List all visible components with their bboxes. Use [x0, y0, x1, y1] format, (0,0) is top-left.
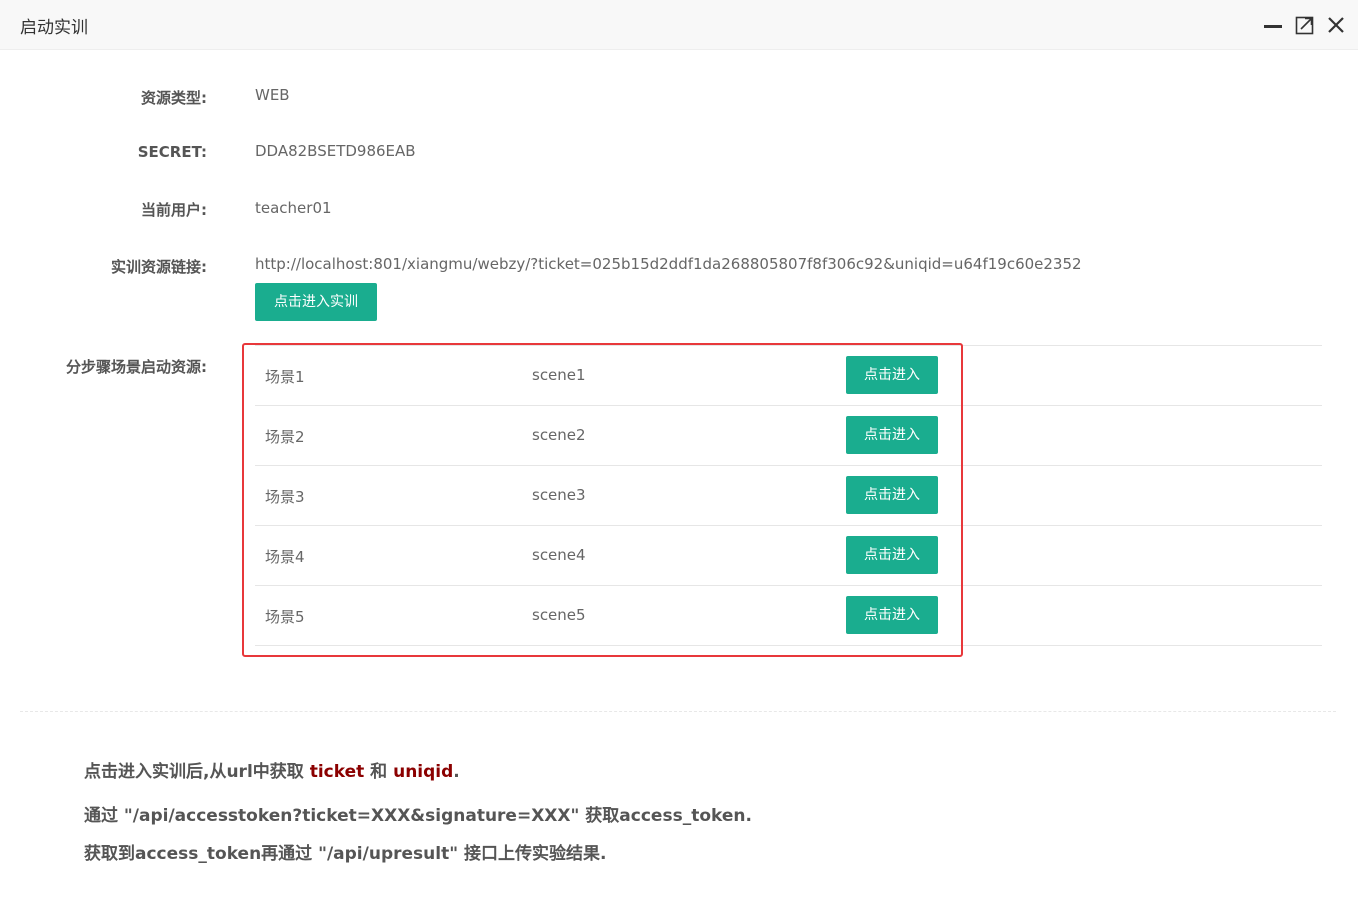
table-row: 场景2 scene2 点击进入 [255, 406, 1322, 466]
divider [20, 711, 1336, 712]
note-line-1-and: 和 [364, 762, 394, 782]
dialog-title: 启动实训 [20, 18, 88, 38]
current-user-value: teacher01 [255, 199, 332, 217]
scene-code: scene4 [532, 546, 586, 564]
secret-label: SECRET: [137, 143, 207, 161]
scene-code: scene2 [532, 426, 586, 444]
scene-enter-button[interactable]: 点击进入 [846, 356, 938, 394]
note-line-3: 获取到access_token再通过 "/api/upresult" 接口上传实… [84, 844, 607, 864]
scene-enter-button[interactable]: 点击进入 [846, 416, 938, 454]
uniqid-keyword: uniqid [393, 762, 454, 782]
scene-code: scene3 [532, 486, 586, 504]
table-row: 场景4 scene4 点击进入 [255, 526, 1322, 586]
scene-code: scene5 [532, 606, 586, 624]
resource-link-label: 实训资源链接: [111, 258, 207, 276]
note-line-2: 通过 "/api/accesstoken?ticket=XXX&signatur… [84, 806, 752, 826]
scenes-label: 分步骤场景启动资源: [66, 358, 207, 376]
table-row: 场景1 scene1 点击进入 [255, 346, 1322, 406]
secret-value: DDA82BSETD986EAB [255, 142, 416, 160]
scene-enter-button[interactable]: 点击进入 [846, 596, 938, 634]
scene-name: 场景4 [265, 548, 305, 566]
resource-type-label: 资源类型: [141, 89, 207, 107]
scene-enter-button[interactable]: 点击进入 [846, 476, 938, 514]
scene-name: 场景3 [265, 488, 305, 506]
close-icon [1328, 17, 1344, 33]
dialog-titlebar: 启动实训 [0, 0, 1358, 50]
scene-code: scene1 [532, 366, 586, 384]
scene-table: 场景1 scene1 点击进入 场景2 scene2 点击进入 场景3 scen… [255, 345, 1322, 646]
note-line-1: 点击进入实训后,从url中获取 ticket 和 uniqid. [84, 757, 460, 782]
scene-enter-button[interactable]: 点击进入 [846, 536, 938, 574]
scene-name: 场景5 [265, 608, 305, 626]
note-line-1-prefix: 点击进入实训后,从url中获取 [84, 762, 310, 782]
ticket-keyword: ticket [309, 762, 365, 782]
minimize-button[interactable] [1262, 14, 1284, 36]
current-user-label: 当前用户: [141, 201, 207, 219]
scene-name: 场景2 [265, 428, 305, 446]
enter-training-button[interactable]: 点击进入实训 [255, 283, 377, 321]
table-row: 场景5 scene5 点击进入 [255, 586, 1322, 646]
resource-type-value: WEB [255, 86, 290, 104]
maximize-button[interactable] [1294, 14, 1316, 36]
minimize-icon [1264, 25, 1282, 28]
table-row: 场景3 scene3 点击进入 [255, 466, 1322, 526]
maximize-icon [1295, 16, 1314, 35]
close-button[interactable] [1325, 14, 1347, 36]
scene-name: 场景1 [265, 368, 305, 386]
resource-link-value[interactable]: http://localhost:801/xiangmu/webzy/?tick… [255, 255, 1082, 273]
note-line-1-suffix: . [453, 762, 460, 782]
